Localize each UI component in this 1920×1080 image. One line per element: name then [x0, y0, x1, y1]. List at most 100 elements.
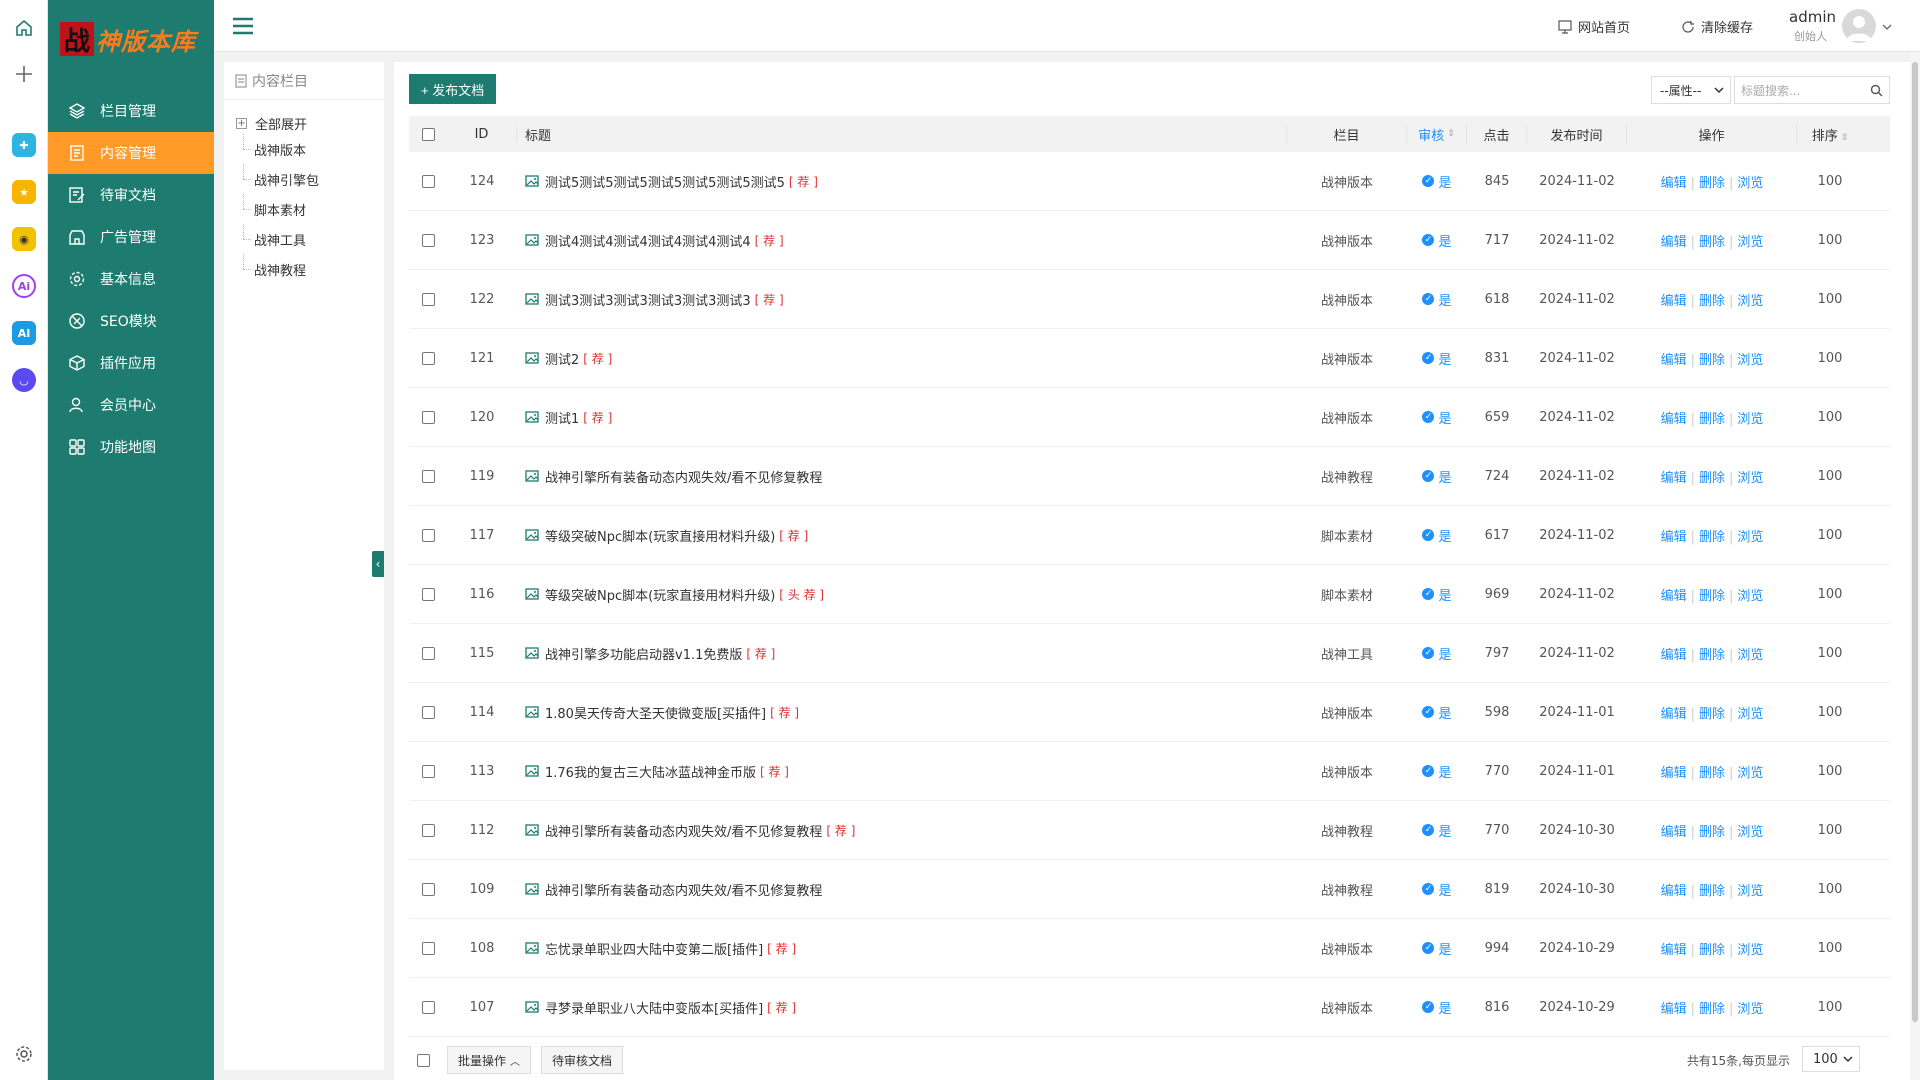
view-link[interactable]: 浏览	[1737, 412, 1763, 427]
sidebar-item-function-map[interactable]: 功能地图	[48, 426, 214, 468]
row-title-link[interactable]: 测试4测试4测试4测试4测试4测试4	[545, 231, 751, 250]
row-title-link[interactable]: 测试1	[545, 408, 579, 427]
row-checkbox[interactable]	[421, 587, 435, 601]
delete-link[interactable]: 删除	[1699, 648, 1725, 663]
row-sort[interactable]: 100	[1797, 646, 1863, 661]
row-sort[interactable]: 100	[1797, 705, 1863, 720]
row-checkbox[interactable]	[421, 174, 435, 188]
row-sort[interactable]: 100	[1797, 587, 1863, 602]
edit-link[interactable]: 编辑	[1661, 766, 1687, 781]
delete-link[interactable]: 删除	[1699, 707, 1725, 722]
scroll-thumb[interactable]	[1912, 62, 1918, 1022]
delete-link[interactable]: 删除	[1699, 353, 1725, 368]
view-link[interactable]: 浏览	[1737, 707, 1763, 722]
row-title-link[interactable]: 1.80昊天传奇大圣天使微变版[买插件]	[545, 703, 766, 722]
settings-icon[interactable]	[12, 1042, 36, 1066]
row-sort[interactable]: 100	[1797, 351, 1863, 366]
edit-link[interactable]: 编辑	[1661, 353, 1687, 368]
row-audit[interactable]: ✓ 是	[1407, 290, 1467, 309]
sidebar-item-members[interactable]: 会员中心	[48, 384, 214, 426]
app-star-icon[interactable]: ★	[12, 180, 36, 204]
row-sort[interactable]: 100	[1797, 882, 1863, 897]
view-link[interactable]: 浏览	[1737, 943, 1763, 958]
sidebar-item-content[interactable]: 内容管理	[48, 132, 214, 174]
edit-link[interactable]: 编辑	[1661, 235, 1687, 250]
delete-link[interactable]: 删除	[1699, 589, 1725, 604]
delete-link[interactable]: 删除	[1699, 412, 1725, 427]
row-title-link[interactable]: 战神引擎所有装备动态内观失效/看不见修复教程	[545, 821, 822, 840]
pending-docs-button[interactable]: 待审核文档	[541, 1046, 624, 1074]
row-title-link[interactable]: 测试2	[545, 349, 579, 368]
row-checkbox[interactable]	[421, 410, 435, 424]
menu-toggle-icon[interactable]	[232, 16, 254, 40]
edit-link[interactable]: 编辑	[1661, 648, 1687, 663]
view-link[interactable]: 浏览	[1737, 589, 1763, 604]
title-search-input[interactable]: 标题搜索...	[1734, 76, 1890, 104]
row-checkbox[interactable]	[421, 882, 435, 896]
view-link[interactable]: 浏览	[1737, 235, 1763, 250]
user-name[interactable]: admin	[1789, 8, 1836, 26]
delete-link[interactable]: 删除	[1699, 825, 1725, 840]
edit-link[interactable]: 编辑	[1661, 707, 1687, 722]
home-icon[interactable]	[12, 16, 36, 40]
tree-item[interactable]: 战神工具	[224, 224, 384, 254]
delete-link[interactable]: 删除	[1699, 943, 1725, 958]
edit-link[interactable]: 编辑	[1661, 471, 1687, 486]
select-all-checkbox[interactable]	[421, 127, 435, 141]
footer-select-all-checkbox[interactable]	[416, 1053, 430, 1067]
row-title-link[interactable]: 战神引擎所有装备动态内观失效/看不见修复教程	[545, 467, 822, 486]
row-sort[interactable]: 100	[1797, 292, 1863, 307]
delete-link[interactable]: 删除	[1699, 176, 1725, 191]
tree-expand-all[interactable]: + 全部展开	[224, 112, 384, 134]
row-sort[interactable]: 100	[1797, 764, 1863, 779]
row-title-link[interactable]: 测试5测试5测试5测试5测试5测试5测试5	[545, 172, 785, 191]
row-audit[interactable]: ✓ 是	[1407, 349, 1467, 368]
row-sort[interactable]: 100	[1797, 233, 1863, 248]
row-checkbox[interactable]	[421, 941, 435, 955]
view-link[interactable]: 浏览	[1737, 884, 1763, 899]
view-link[interactable]: 浏览	[1737, 294, 1763, 309]
site-home-link[interactable]: 网站首页	[1558, 17, 1630, 36]
sidebar-item-columns[interactable]: 栏目管理	[48, 90, 214, 132]
delete-link[interactable]: 删除	[1699, 235, 1725, 250]
row-checkbox[interactable]	[421, 233, 435, 247]
view-link[interactable]: 浏览	[1737, 766, 1763, 781]
row-audit[interactable]: ✓ 是	[1407, 231, 1467, 250]
row-audit[interactable]: ✓ 是	[1407, 585, 1467, 604]
row-sort[interactable]: 100	[1797, 410, 1863, 425]
delete-link[interactable]: 删除	[1699, 884, 1725, 899]
collapse-tree-button[interactable]: ‹	[372, 551, 384, 577]
view-link[interactable]: 浏览	[1737, 353, 1763, 368]
app-robot-icon[interactable]: ◉	[12, 227, 36, 251]
delete-link[interactable]: 删除	[1699, 471, 1725, 486]
sidebar-item-ads[interactable]: 广告管理	[48, 216, 214, 258]
row-audit[interactable]: ✓ 是	[1407, 172, 1467, 191]
row-audit[interactable]: ✓ 是	[1407, 703, 1467, 722]
row-audit[interactable]: ✓ 是	[1407, 762, 1467, 781]
tree-item[interactable]: 脚本素材	[224, 194, 384, 224]
row-title-link[interactable]: 测试3测试3测试3测试3测试3测试3	[545, 290, 751, 309]
tree-item[interactable]: 战神教程	[224, 254, 384, 284]
clear-cache-link[interactable]: 清除缓存	[1681, 17, 1753, 36]
row-title-link[interactable]: 战神引擎所有装备动态内观失效/看不见修复教程	[545, 880, 822, 899]
sidebar-item-basic-info[interactable]: 基本信息	[48, 258, 214, 300]
edit-link[interactable]: 编辑	[1661, 294, 1687, 309]
header-audit[interactable]: 审核 ⇕	[1407, 124, 1467, 144]
edit-link[interactable]: 编辑	[1661, 589, 1687, 604]
search-icon[interactable]	[1870, 84, 1883, 97]
row-audit[interactable]: ✓ 是	[1407, 467, 1467, 486]
attribute-select[interactable]: --属性--	[1651, 76, 1731, 104]
sidebar-item-seo[interactable]: SEO模块	[48, 300, 214, 342]
page-size-select[interactable]: 100	[1802, 1046, 1860, 1072]
sidebar-item-pending[interactable]: 待审文档	[48, 174, 214, 216]
row-title-link[interactable]: 战神引擎多功能启动器v1.1免费版	[545, 644, 742, 663]
row-audit[interactable]: ✓ 是	[1407, 939, 1467, 958]
row-checkbox[interactable]	[421, 705, 435, 719]
row-title-link[interactable]: 等级突破Npc脚本(玩家直接用材料升级)	[545, 585, 775, 604]
edit-link[interactable]: 编辑	[1661, 1002, 1687, 1017]
row-checkbox[interactable]	[421, 646, 435, 660]
edit-link[interactable]: 编辑	[1661, 943, 1687, 958]
sort-icon[interactable]: ⇕	[1447, 129, 1455, 139]
delete-link[interactable]: 删除	[1699, 294, 1725, 309]
view-link[interactable]: 浏览	[1737, 1002, 1763, 1017]
